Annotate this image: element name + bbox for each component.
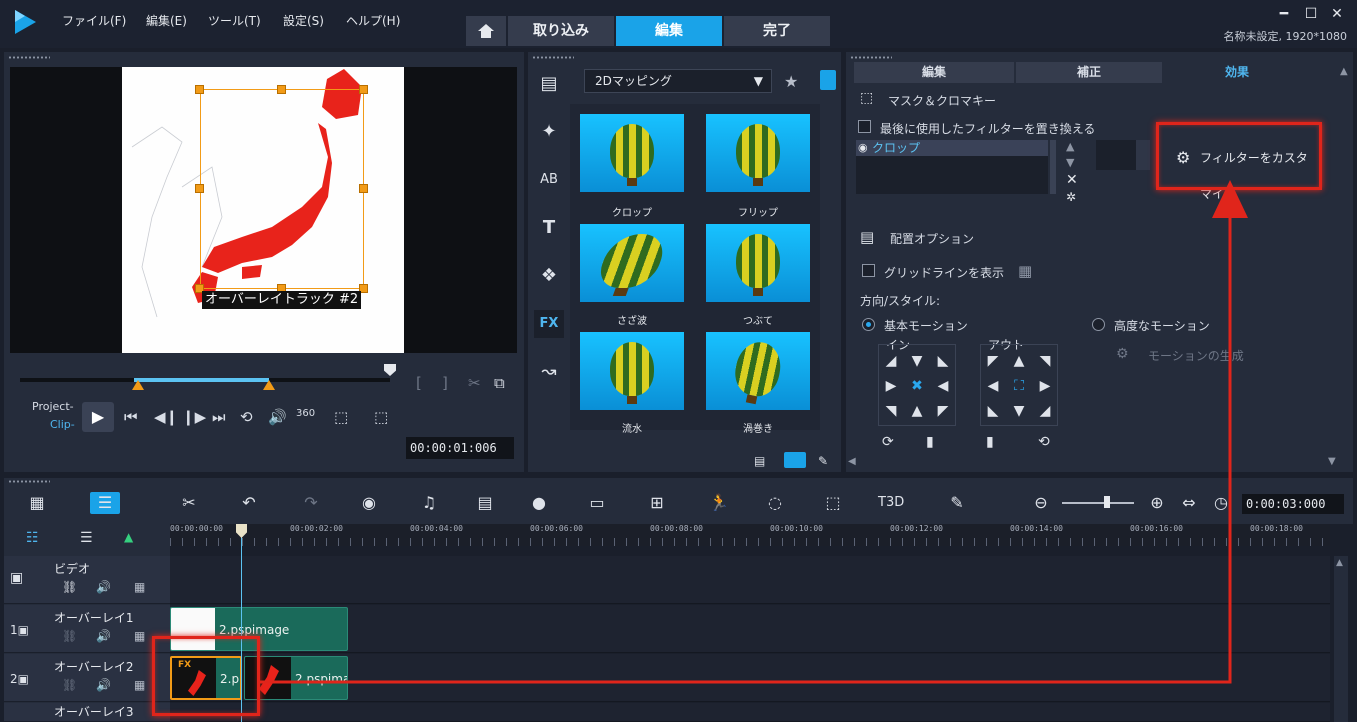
annotation-arrow: [260, 180, 1248, 684]
